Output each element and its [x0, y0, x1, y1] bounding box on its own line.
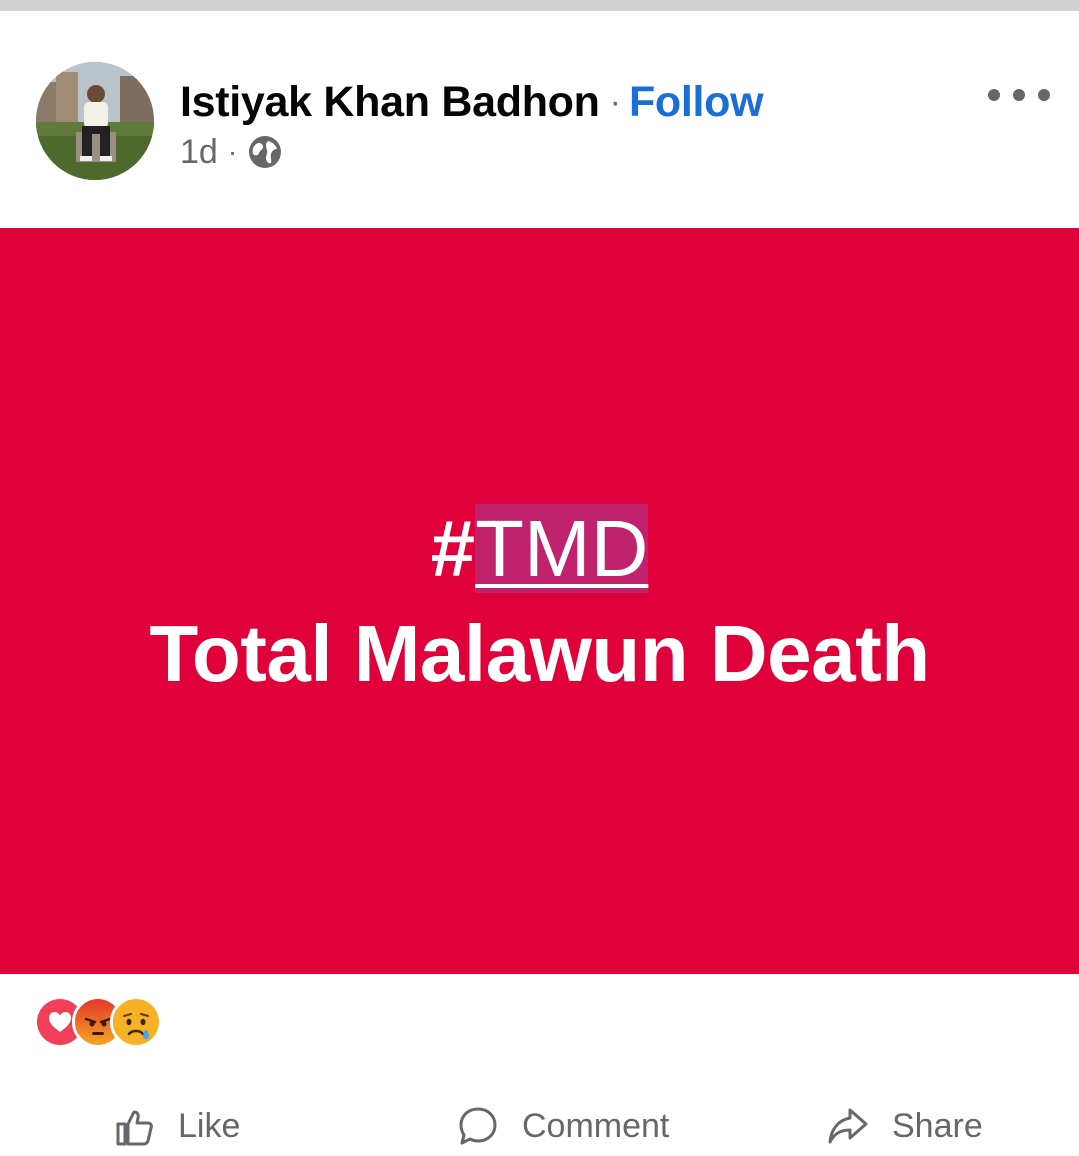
share-button[interactable]: Share	[826, 1104, 983, 1148]
author-line: Istiyak Khan Badhon · Follow	[180, 74, 764, 130]
sad-reaction-icon	[110, 996, 162, 1048]
top-divider	[0, 0, 1079, 11]
reaction-summary[interactable]	[34, 994, 162, 1050]
avatar[interactable]	[36, 62, 154, 180]
more-options-button[interactable]	[988, 80, 1050, 110]
comment-icon	[459, 1107, 497, 1145]
card-text: Total Malawun Death	[149, 609, 930, 698]
separator-dot: ·	[609, 82, 621, 121]
share-icon	[828, 1108, 868, 1144]
comment-button[interactable]: Comment	[456, 1104, 669, 1148]
comment-label: Comment	[522, 1106, 670, 1145]
avatar-photo	[36, 62, 154, 180]
hashtag-line: #TMD	[0, 496, 1079, 602]
globe-icon	[249, 136, 282, 168]
post-actions-bar: Like Comment Share	[0, 1096, 1079, 1156]
follow-button[interactable]: Follow	[629, 78, 764, 127]
post-meta: 1d ·	[180, 132, 283, 172]
hash-symbol: #	[430, 504, 476, 593]
author-name[interactable]: Istiyak Khan Badhon	[180, 78, 600, 127]
like-button[interactable]: Like	[112, 1104, 240, 1148]
more-dot	[1013, 89, 1025, 101]
like-label: Like	[178, 1106, 241, 1145]
share-label: Share	[892, 1106, 983, 1145]
more-dot	[1038, 89, 1050, 101]
more-dot	[988, 89, 1000, 101]
meta-separator: ·	[227, 136, 238, 167]
post-time[interactable]: 1d	[180, 133, 218, 172]
hashtag-link[interactable]: TMD	[475, 504, 649, 593]
like-icon	[116, 1110, 153, 1146]
